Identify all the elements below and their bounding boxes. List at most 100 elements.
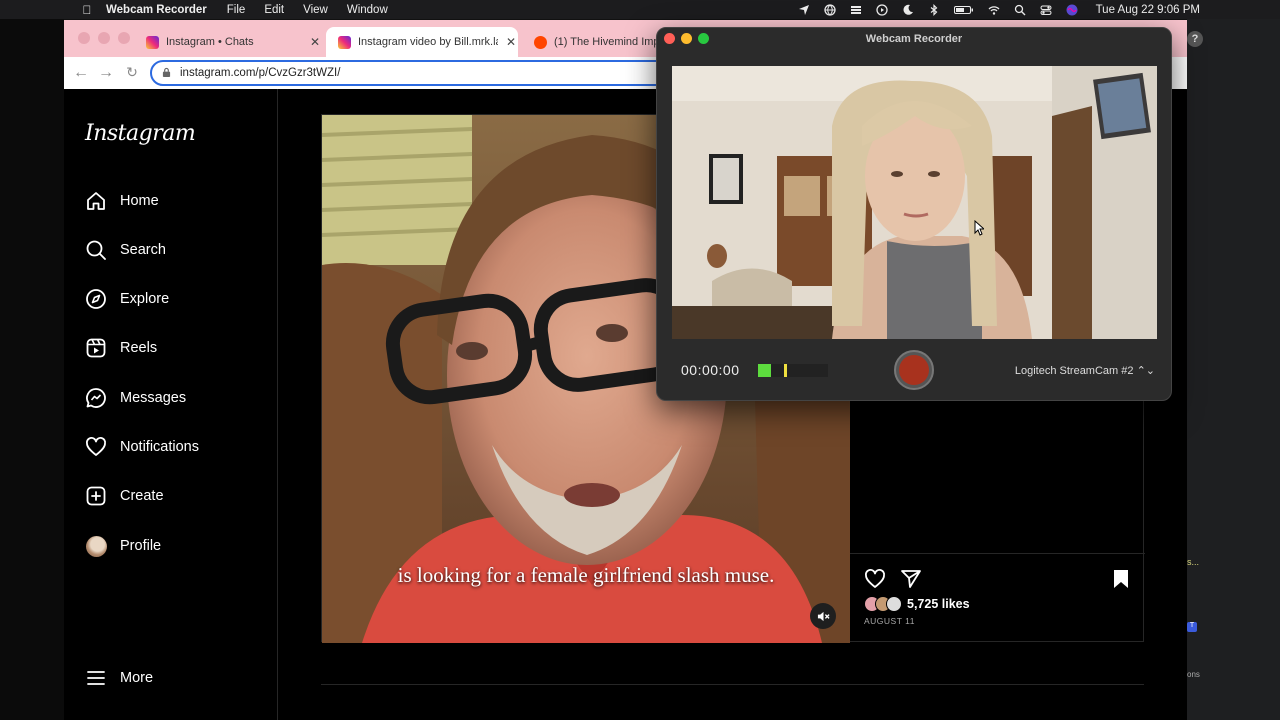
lock-icon (162, 67, 172, 79)
moon-icon[interactable] (902, 4, 914, 16)
webcam-preview (672, 66, 1157, 339)
messages-icon (85, 387, 107, 409)
sidebar-item-label: Reels (120, 340, 158, 356)
menu-edit[interactable]: Edit (264, 4, 284, 16)
tab-instagram-video[interactable]: Instagram video by Bill.mrk.lan ✕ (326, 27, 518, 57)
back-icon[interactable]: ← (71, 64, 91, 82)
wifi-icon[interactable] (988, 4, 1000, 16)
sidebar-item-label: Search (120, 242, 166, 258)
help-icon[interactable]: ? (1187, 31, 1203, 47)
sidebar-item-label: Explore (120, 291, 170, 307)
tab-title: Instagram video by Bill.mrk.lan (358, 36, 498, 48)
background-badge: T (1187, 622, 1197, 632)
play-icon[interactable] (875, 3, 888, 16)
sidebar-item-label: Home (120, 193, 159, 209)
tab-instagram-chats[interactable]: Instagram • Chats ✕ (134, 27, 322, 57)
minimize-window-button[interactable] (98, 32, 110, 44)
menu-file[interactable]: File (227, 4, 246, 16)
sidebar-item-search[interactable]: Search (85, 237, 166, 263)
explore-icon (85, 288, 107, 310)
siri-icon[interactable] (1066, 4, 1078, 16)
address-bar[interactable]: instagram.com/p/CvzGzr3tWZI/ (150, 60, 670, 86)
sidebar-item-notifications[interactable]: Notifications (85, 434, 199, 460)
control-center-icon[interactable] (1040, 4, 1052, 16)
menu-view[interactable]: View (303, 4, 328, 16)
menu-window[interactable]: Window (347, 4, 388, 16)
sidebar-item-label: Create (120, 488, 164, 504)
reddit-icon (534, 35, 547, 49)
chevron-updown-icon: ⌃⌄ (1136, 365, 1155, 377)
record-button[interactable] (894, 350, 934, 390)
stack-icon[interactable] (850, 4, 862, 16)
apple-icon[interactable]:  (80, 3, 94, 17)
save-icon[interactable] (1110, 568, 1132, 590)
location-icon[interactable] (798, 4, 810, 16)
profile-avatar-slot (85, 535, 107, 557)
sidebar-item-explore[interactable]: Explore (85, 286, 169, 312)
close-icon[interactable]: ✕ (504, 35, 518, 49)
spotlight-icon[interactable] (1014, 4, 1026, 16)
zoom-window-button[interactable] (118, 32, 130, 44)
tab-title: (1) The Hivemind Improv (554, 36, 662, 48)
mouse-cursor-icon (974, 220, 984, 236)
share-icon[interactable] (900, 568, 922, 590)
avatar (85, 535, 107, 557)
sidebar-item-label: Messages (120, 390, 187, 406)
sidebar-item-home[interactable]: Home (85, 188, 159, 214)
sidebar-item-label: Profile (120, 538, 162, 554)
forward-icon[interactable]: → (96, 64, 116, 82)
likes-row[interactable]: 5,725 likes (864, 596, 970, 612)
instagram-icon (338, 35, 351, 49)
post-actions: 5,725 likes AUGUST 11 (850, 553, 1145, 626)
desktop-left (0, 19, 64, 720)
webcam-recorder-window: Webcam Recorder 00:00:00 Logitech Stream… (656, 27, 1172, 401)
menu-app-name[interactable]: Webcam Recorder (106, 4, 207, 16)
close-icon[interactable]: ✕ (308, 35, 322, 49)
home-icon (85, 190, 107, 212)
battery-icon[interactable] (953, 4, 974, 16)
avatar (886, 596, 902, 612)
url-text: instagram.com/p/CvzGzr3tWZI/ (180, 67, 341, 79)
mute-button[interactable] (810, 603, 836, 629)
reload-icon[interactable]: ↻ (122, 64, 142, 81)
recorder-title: Webcam Recorder (865, 33, 963, 45)
level-peak (784, 364, 787, 377)
camera-select-value: Logitech StreamCam #2 (1014, 365, 1134, 377)
camera-select[interactable]: Logitech StreamCam #2 ⌃⌄ (1015, 364, 1155, 377)
window-controls (78, 32, 130, 44)
like-icon[interactable] (864, 568, 886, 590)
reels-icon (85, 337, 107, 359)
status-area: Tue Aug 22 9:06 PM (798, 0, 1280, 19)
heart-icon (85, 436, 107, 458)
instagram-logo[interactable]: Instagram (85, 121, 196, 146)
record-dot-icon (899, 355, 929, 385)
tab-title: Instagram • Chats (166, 36, 254, 48)
audio-level-meter (758, 364, 828, 377)
sidebar-item-messages[interactable]: Messages (85, 385, 186, 411)
menu-bar:  Webcam Recorder File Edit View Window … (0, 0, 1280, 19)
menu-icon (85, 667, 107, 689)
sidebar-item-label: More (120, 670, 154, 686)
sidebar: Instagram Home Search Explore Reels Mess… (64, 89, 278, 720)
sidebar-item-create[interactable]: Create (85, 483, 164, 509)
tab-hivemind[interactable]: (1) The Hivemind Improv (522, 27, 662, 57)
background-text-2: ons (1187, 670, 1200, 679)
close-window-button[interactable] (78, 32, 90, 44)
background-text: s... (1187, 557, 1200, 567)
sidebar-item-more[interactable]: More (85, 665, 153, 691)
likes-count[interactable]: 5,725 likes (907, 597, 970, 611)
create-icon (85, 485, 107, 507)
sidebar-item-label: Notifications (120, 439, 199, 455)
video-caption: is looking for a female girlfriend slash… (397, 563, 775, 587)
search-icon (85, 239, 107, 261)
recording-timecode: 00:00:00 (681, 362, 740, 378)
menu-clock[interactable]: Tue Aug 22 9:06 PM (1096, 4, 1200, 16)
globe-icon[interactable] (823, 3, 836, 16)
bluetooth-icon[interactable] (928, 3, 940, 16)
post-date: AUGUST 11 (864, 616, 915, 626)
sidebar-item-profile[interactable]: Profile (85, 533, 161, 559)
instagram-icon (146, 35, 159, 49)
webcam-frame (672, 66, 1157, 339)
sidebar-item-reels[interactable]: Reels (85, 335, 157, 361)
muted-speaker-icon (817, 611, 830, 621)
